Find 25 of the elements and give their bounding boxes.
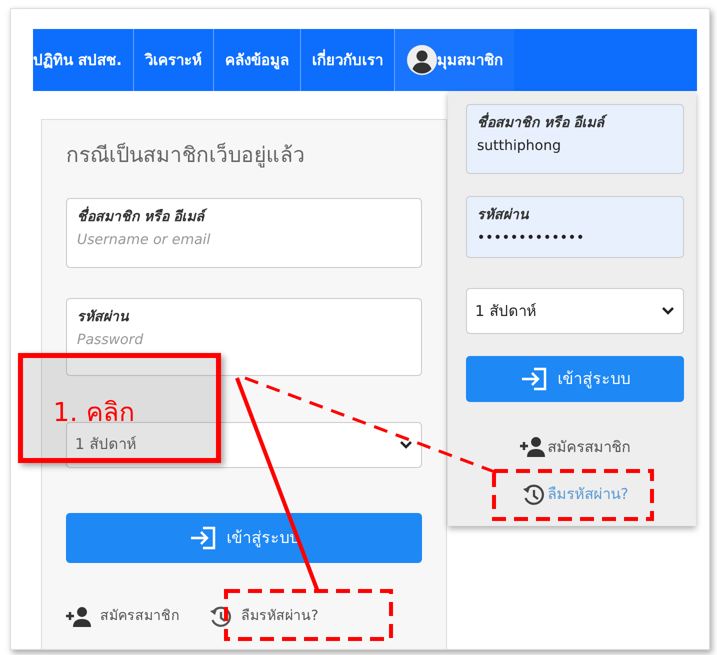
nav-link[interactable]: ปฏิทิน สปสช. bbox=[33, 29, 134, 91]
nav-link[interactable]: เกี่ยวกับเรา bbox=[300, 29, 395, 91]
chevron-down-icon bbox=[661, 306, 675, 316]
history-icon bbox=[209, 604, 233, 628]
login-icon bbox=[520, 367, 548, 391]
add-user-icon bbox=[520, 437, 546, 458]
forgot-password-link[interactable]: ลืมรหัสผ่าน? bbox=[209, 604, 318, 628]
remember-select[interactable]: 1 สัปดาห์ bbox=[466, 288, 684, 334]
password-field[interactable]: รหัสผ่าน Password bbox=[66, 298, 422, 376]
add-user-icon bbox=[66, 606, 92, 626]
register-link[interactable]: สมัครสมาชิก bbox=[66, 606, 179, 627]
nav-link[interactable]: วิเคราะห์ bbox=[134, 29, 214, 91]
username-field[interactable]: ชื่อสมาชิก หรือ อีเมล์ sutthiphong bbox=[466, 104, 684, 174]
card-title: กรณีเป็นสมาชิกเว็บอยู่แล้ว bbox=[66, 142, 306, 170]
register-link[interactable]: สมัครสมาชิก bbox=[520, 436, 630, 458]
password-field[interactable]: รหัสผ่าน ••••••••••••• bbox=[466, 196, 684, 258]
username-field[interactable]: ชื่อสมาชิก หรือ อีเมล์ Username or email bbox=[66, 198, 422, 268]
login-button[interactable]: เข้าสู่ระบบ bbox=[466, 356, 684, 402]
avatar-icon bbox=[406, 45, 437, 75]
history-icon bbox=[522, 482, 546, 506]
login-icon bbox=[188, 526, 216, 550]
nav-link[interactable]: คลังข้อมูล bbox=[214, 29, 301, 91]
chevron-down-icon bbox=[399, 440, 413, 450]
remember-select[interactable]: 1 สัปดาห์ bbox=[66, 422, 422, 468]
member-menu[interactable]: มุมสมาชิก bbox=[394, 29, 514, 91]
